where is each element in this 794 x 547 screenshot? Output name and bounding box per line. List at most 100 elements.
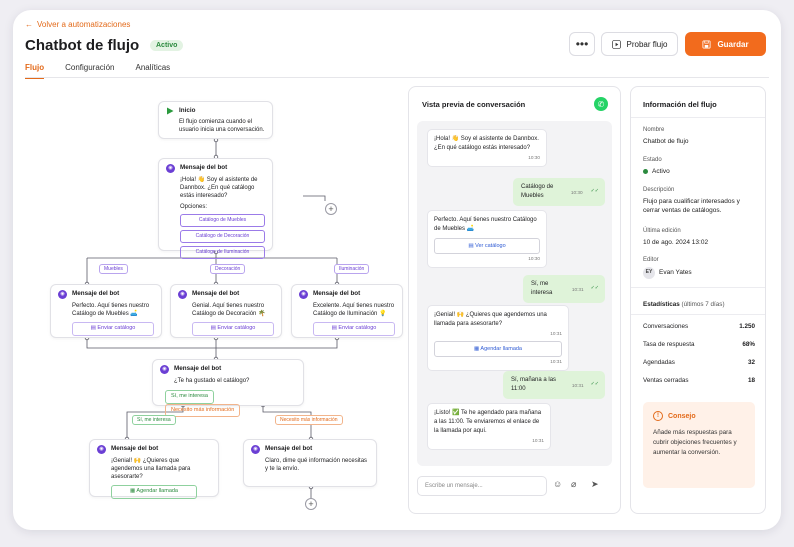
start-node-title: Inicio [179,107,196,114]
stat-value: 18 [747,377,755,384]
flow-canvas[interactable]: Inicio El flujo comienza cuando el usuar… [25,86,403,522]
name-value: Chatbot de flujo [643,138,689,145]
branch-title: Mensaje del bot [72,290,120,298]
message-text: ¡Genial! 🙌 ¿Quieres que agendemos una ll… [434,312,547,327]
schedule-call-label: Agendar llamada [136,488,178,495]
chat-message-in: ¡Listo! ✅ Te he agendado para mañana a l… [427,403,551,451]
divider [631,314,765,315]
stat-row: Agendadas 32 [643,359,755,366]
send-catalog-button[interactable]: ▤ Enviar catálogo [192,322,274,336]
choice-more-info[interactable]: Necesito más información [165,403,241,417]
flow-node-question[interactable]: ◉ Mensaje del bot ¿Te ha gustado el catál… [152,359,304,417]
branch-title: Mensaje del bot [313,290,361,298]
branch-text: Excelente. Aquí tienes nuestro Catálogo … [313,303,395,318]
schedule-text: ¡Genial! 🙌 ¿Quieres que agendemos una ll… [111,458,191,481]
message-text: ¡Hola! 👋 Soy el asistente de Dannbox. ¿E… [434,136,539,151]
emoji-icon[interactable]: ☺ [553,479,562,489]
message-time: 10:31 [550,331,562,336]
app-window: ← Volver a automatizaciones Chatbot de f… [13,10,781,530]
flow-node-branch-iluminacion[interactable]: ◉ Mensaje del bot Excelente. Aquí tienes … [291,284,403,338]
chat-thread[interactable]: ¡Hola! 👋 Soy el asistente de Dannbox. ¿E… [417,121,612,466]
edge-label-more-info: Necesito más información [275,415,343,425]
play-outline-icon [611,39,621,49]
description-label: Descripción [643,187,675,193]
arrow-left-icon: ← [25,20,33,29]
bot-icon: ◉ [299,290,308,299]
view-catalog-button[interactable]: ▤ Ver catálogo [434,238,540,255]
test-flow-label: Probar flujo [626,39,668,49]
add-step-button[interactable]: + [325,203,337,215]
schedule-call-button[interactable]: ▦ Agendar llamada [111,485,197,499]
chat-message-in: Perfecto. Aquí tienes nuestro Catálogo d… [427,210,547,269]
page-title: Chatbot de flujo [25,37,140,54]
stats-heading: Estadísticas (últimos 7 días) [643,300,725,309]
state-text: Activo [652,168,670,175]
attach-icon[interactable]: ⌀ [571,479,576,490]
tip-title: Consejo [668,412,696,420]
stat-row: Tasa de respuesta 68% [643,341,755,348]
double-check-icon: ✓✓ [590,381,599,388]
chat-message-in: ¡Hola! 👋 Soy el asistente de Dannbox. ¿E… [427,129,547,168]
state-label: Estado [643,157,662,163]
option-decoracion[interactable]: Catálogo de Decoración [180,230,265,243]
message-input[interactable]: Escribe un mensaje... [417,476,547,496]
last-edit-label: Última edición [643,228,681,234]
info-panel-title: Información del flujo [643,100,717,109]
send-catalog-button[interactable]: ▤ Enviar catálogo [313,322,395,336]
schedule-call-button[interactable]: ▦ Agendar llamada [434,341,562,358]
flow-node-branch-decoracion[interactable]: ◉ Mensaje del bot Genial. Aquí tienes nue… [170,284,282,338]
name-label: Nombre [643,127,665,133]
stat-label: Ventas cerradas [643,377,689,384]
stat-row: Conversaciones 1.250 [643,323,755,330]
message-text: Catálogo de Muebles [521,184,554,199]
back-link[interactable]: ← Volver a automatizaciones [25,20,130,29]
view-catalog-label: Ver catálogo [475,243,506,249]
message-text: ¡Listo! ✅ Te he agendado para mañana a l… [434,410,542,434]
stat-value: 1.250 [739,323,755,330]
flow-node-branch-muebles[interactable]: ◉ Mensaje del bot Perfecto. Aquí tienes n… [50,284,162,338]
bot-icon: ◉ [166,164,175,173]
tip-text: Añade más respuestas para cubrir objecio… [653,429,737,456]
more-options-button[interactable]: ••• [569,32,595,56]
info-text: Claro, dime qué información necesitas y … [265,458,368,473]
flow-node-main[interactable]: ◉ Mensaje del bot ¡Hola! 👋 Soy el asiste… [158,158,273,259]
chat-preview-panel: Vista previa de conversación ✆ ¡Hola! 👋 … [408,86,621,514]
avatar: EY [643,267,655,279]
save-button[interactable]: Guardar [685,32,766,56]
branch-text: Perfecto. Aquí tienes nuestro Catálogo d… [72,303,150,318]
bot-icon: ◉ [58,290,67,299]
message-time: 10:30 [570,190,583,196]
schedule-title: Mensaje del bot [111,445,159,453]
tip-heading: ! Consejo [653,411,696,421]
flow-node-start[interactable]: Inicio El flujo comienza cuando el usuar… [158,101,273,139]
send-catalog-button[interactable]: ▤ Enviar catálogo [72,322,154,336]
edge-label-decoracion: Decoración [210,264,246,274]
stat-label: Agendadas [643,359,675,366]
send-icon[interactable]: ➤ [591,479,599,490]
send-catalog-label: Enviar catálogo [217,325,256,332]
message-time: 10:30 [528,155,540,160]
message-text: Perfecto. Aquí tienes nuestro Catálogo d… [434,217,537,232]
chat-message-out: Sí, mañana a las 11:00 10:31 ✓✓ [503,371,605,399]
send-catalog-label: Enviar catálogo [338,325,377,332]
status-dot-icon [643,169,648,175]
last-edit-value: 10 de ago. 2024 13:02 [643,239,709,246]
stats-title: Estadísticas [643,301,680,308]
stat-row: Ventas cerradas 18 [643,377,755,384]
bot-icon: ◉ [160,365,169,374]
option-muebles[interactable]: Catálogo de Muebles [180,214,265,228]
divider [631,287,765,288]
save-label: Guardar [717,39,749,49]
message-time: 10:31 [571,383,584,389]
bot-icon: ◉ [251,445,260,454]
main-node-text: ¡Hola! 👋 Soy el asistente de Dannbox. ¿E… [180,177,258,200]
flow-info-panel: Información del flujo Nombre Chatbot de … [630,86,766,514]
option-iluminacion[interactable]: Catálogo de Iluminación [180,245,265,259]
choice-interested[interactable]: Sí, me interesa [165,390,214,404]
add-step-button[interactable]: + [305,498,317,510]
test-flow-button[interactable]: Probar flujo [601,32,678,56]
flow-node-info[interactable]: ◉ Mensaje del bot Claro, dime qué informa… [243,439,377,487]
double-check-icon: ✓✓ [590,188,599,195]
flow-node-schedule[interactable]: ◉ Mensaje del bot ¡Genial! 🙌 ¿Quieres que… [89,439,219,499]
info-icon: ! [653,411,663,421]
